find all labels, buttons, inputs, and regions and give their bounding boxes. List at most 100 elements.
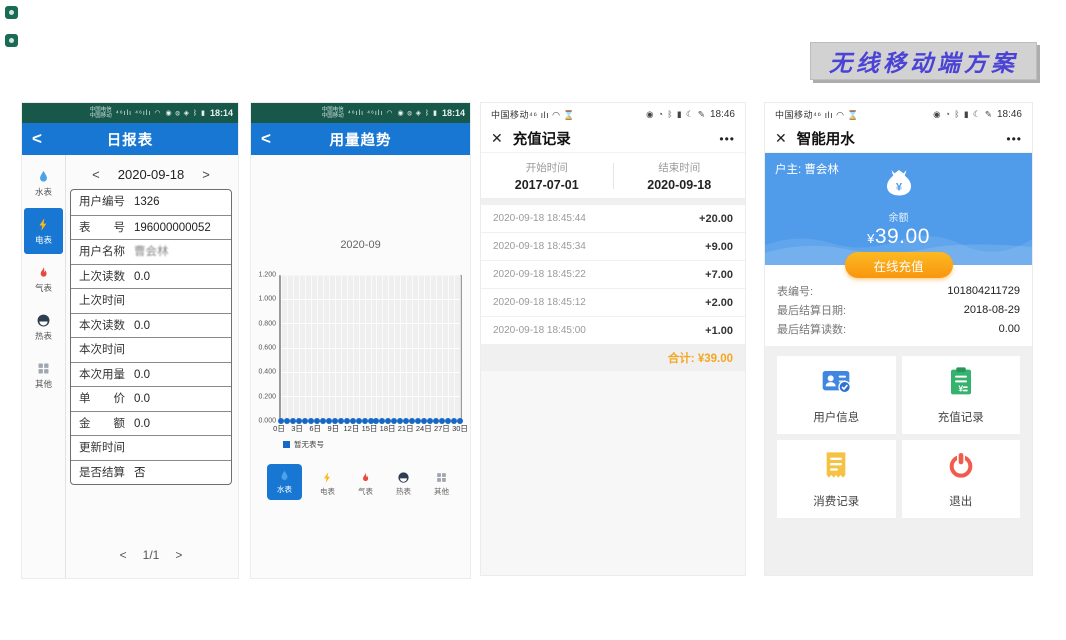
electric-meter-icon <box>321 471 334 484</box>
record-time: 2020-09-18 18:45:44 <box>493 213 586 224</box>
balance-card: 户主: 曹会林 ¥ 余额 ¥39.00 <box>765 153 1032 265</box>
meter-label: 其他 <box>35 378 52 390</box>
report-field-row: 表 号196000000052 <box>71 215 231 240</box>
tab-gas[interactable]: 气表 <box>353 468 378 500</box>
grid-card-exit[interactable]: 退出 <box>902 440 1021 518</box>
x-gridline <box>460 276 461 421</box>
x-tick-label: 12日 <box>343 423 359 434</box>
next-page-arrow[interactable]: > <box>175 548 182 562</box>
report-field-row: 单 价0.0 <box>71 386 231 411</box>
field-label: 用户编号 <box>79 196 125 208</box>
prev-page-arrow[interactable]: < <box>120 548 127 562</box>
x-tick-label: 30日 <box>452 423 468 434</box>
report-field-row: 本次用量0.0 <box>71 362 231 387</box>
record-amount: +9.00 <box>705 241 733 253</box>
meter-type-sidebar: 水表电表气表热表其他 <box>22 155 66 578</box>
record-amount: +7.00 <box>705 269 733 281</box>
status-bar: 中国移动⁴⁶ ılı ◠ ⌛ ◉ ◔ ᛒ ▮ ☾ ✎ 18:46 <box>481 103 745 125</box>
field-value: 0.0 <box>134 418 150 430</box>
start-date-label: 开始时间 <box>526 160 568 175</box>
report-field-row: 金 额 0.0 <box>71 411 231 436</box>
record-time: 2020-09-18 18:45:34 <box>493 241 586 252</box>
info-value: 0.00 <box>999 323 1020 335</box>
recharge-icon: ¥ <box>945 365 977 402</box>
total-row: 合计: ¥39.00 <box>481 345 745 371</box>
close-icon[interactable]: ✕ <box>775 130 787 147</box>
online-recharge-button[interactable]: 在线充值 <box>845 252 953 278</box>
x-tick-label: 15日 <box>362 423 378 434</box>
nav-bar: < 日报表 <box>22 123 238 155</box>
grid-card-user-info[interactable]: 用户信息 <box>777 356 896 434</box>
info-value: 2018-08-29 <box>964 304 1020 316</box>
back-icon[interactable]: < <box>261 129 271 149</box>
prev-date-arrow[interactable]: < <box>92 167 100 182</box>
field-label: 金 额 <box>79 418 125 430</box>
report-field-row: 是否结算否 <box>71 460 231 485</box>
total-amount: 合计: ¥39.00 <box>668 350 733 366</box>
record-amount: +1.00 <box>705 325 733 337</box>
svg-text:¥: ¥ <box>895 181 902 193</box>
exit-icon <box>945 449 977 486</box>
x-gridline <box>454 276 455 421</box>
meter-label: 水表 <box>35 186 52 198</box>
x-gridline <box>394 276 395 421</box>
more-icon[interactable]: ••• <box>1006 132 1022 146</box>
record-time: 2020-09-18 18:45:12 <box>493 297 586 308</box>
x-gridline <box>406 276 407 421</box>
pagination: < 1/1 > <box>70 548 232 578</box>
more-icon[interactable]: ••• <box>719 132 735 146</box>
side-item-other[interactable]: 其他 <box>24 352 63 398</box>
meter-label: 其他 <box>434 486 449 497</box>
grid-card-consume[interactable]: 消费记录 <box>777 440 896 518</box>
usage-chart: 0.0000.2000.4000.6000.8001.0001.200 <box>253 275 462 421</box>
water-meter-icon <box>278 469 291 482</box>
signal-wifi-icons: ⁴⁶ılı ⁴⁶ılı ◠ <box>116 109 162 117</box>
phone-usage-trend: 中国电信中国移动 ⁴⁶ılı ⁴⁶ılı ◠ ◉ Ⓝ ◈ ᛒ ▮ 18:14 <… <box>251 103 470 578</box>
end-date-picker[interactable]: 结束时间 2020-09-18 <box>614 160 746 192</box>
report-field-row: 本次时间 <box>71 337 231 362</box>
grid-card-recharge[interactable]: ¥充值记录 <box>902 356 1021 434</box>
side-item-gas[interactable]: 气表 <box>24 256 63 302</box>
x-gridline <box>448 276 449 421</box>
tab-electric[interactable]: 电表 <box>315 468 340 500</box>
page-title: 日报表 <box>22 129 238 150</box>
tab-water[interactable]: 水表 <box>267 464 302 500</box>
side-item-water[interactable]: 水表 <box>24 160 63 206</box>
tab-other[interactable]: 其他 <box>429 468 454 500</box>
field-value: 1326 <box>134 196 160 208</box>
info-value: 101804211729 <box>947 285 1020 297</box>
y-tick-label: 0.400 <box>258 369 276 376</box>
report-field-row: 本次读数0.0 <box>71 313 231 338</box>
page-title: 充值记录 <box>513 128 720 149</box>
chart-x-axis: 0日3日6日9日12日15日18日21日24日27日30日 <box>279 423 460 435</box>
field-label: 用户名称 <box>79 246 125 258</box>
meter-label: 电表 <box>35 234 52 246</box>
info-label: 最后结算读数: <box>777 321 846 337</box>
heat-meter-icon <box>397 471 410 484</box>
svg-text:¥: ¥ <box>958 384 963 394</box>
chart-legend: 暂无表号 <box>283 439 470 450</box>
heat-meter-icon <box>36 313 51 328</box>
next-date-arrow[interactable]: > <box>202 167 210 182</box>
end-date-value: 2020-09-18 <box>647 178 711 192</box>
tab-heat[interactable]: 热表 <box>391 468 416 500</box>
x-gridline <box>341 276 342 421</box>
field-value: 0.0 <box>134 369 150 381</box>
meter-label: 气表 <box>35 282 52 294</box>
record-amount: +2.00 <box>705 297 733 309</box>
x-gridline <box>436 276 437 421</box>
side-item-electric[interactable]: 电表 <box>24 208 63 254</box>
date-range-filter: 开始时间 2017-07-01 结束时间 2020-09-18 <box>481 153 745 199</box>
x-gridline <box>359 276 360 421</box>
meter-type-tabbar: 水表电表气表热表其他 <box>251 464 470 500</box>
side-item-heat[interactable]: 热表 <box>24 304 63 350</box>
info-row-meter-no: 表编号: 101804211729 <box>777 281 1020 300</box>
record-amount: +20.00 <box>699 213 733 225</box>
close-icon[interactable]: ✕ <box>491 130 503 147</box>
info-label: 最后结算日期: <box>777 302 846 318</box>
water-meter-icon <box>36 169 51 184</box>
start-date-picker[interactable]: 开始时间 2017-07-01 <box>481 160 613 192</box>
field-label: 上次读数 <box>79 271 125 283</box>
grid-card-label: 用户信息 <box>813 409 859 425</box>
back-icon[interactable]: < <box>32 129 42 149</box>
